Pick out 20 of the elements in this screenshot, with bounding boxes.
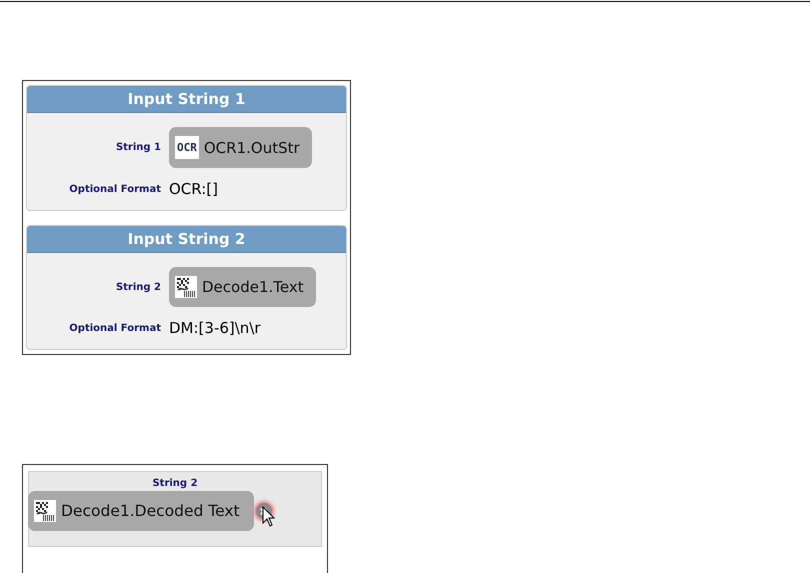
cursor-icon [262, 506, 276, 528]
source-value: OCR1.OutStr [204, 138, 300, 156]
source-value: Decode1.Decoded Text [61, 502, 240, 520]
source-chip[interactable]: Decode1.Text [169, 267, 316, 307]
field-label: String 2 [114, 282, 161, 292]
field-label: String 1 [114, 142, 161, 153]
barcode-icon [175, 276, 197, 298]
field-label: Optional Format [68, 322, 161, 334]
source-chip[interactable]: Decode1.Decoded Text [28, 491, 254, 531]
barcode-icon [34, 500, 56, 522]
format-value[interactable]: OCR:[] [169, 180, 218, 198]
section-header: Input String 1 [27, 86, 346, 113]
source-chip[interactable]: OCR OCR1.OutStr [169, 127, 312, 168]
close-icon [259, 506, 268, 516]
source-value: Decode1.Text [202, 278, 304, 296]
ocr-icon: OCR [175, 136, 199, 159]
section-header: Input String 2 [27, 226, 346, 253]
field-label: Optional Format [68, 184, 161, 194]
field-label: String 2 [151, 478, 199, 489]
format-value[interactable]: DM:[3-6]\n\r [169, 319, 261, 337]
